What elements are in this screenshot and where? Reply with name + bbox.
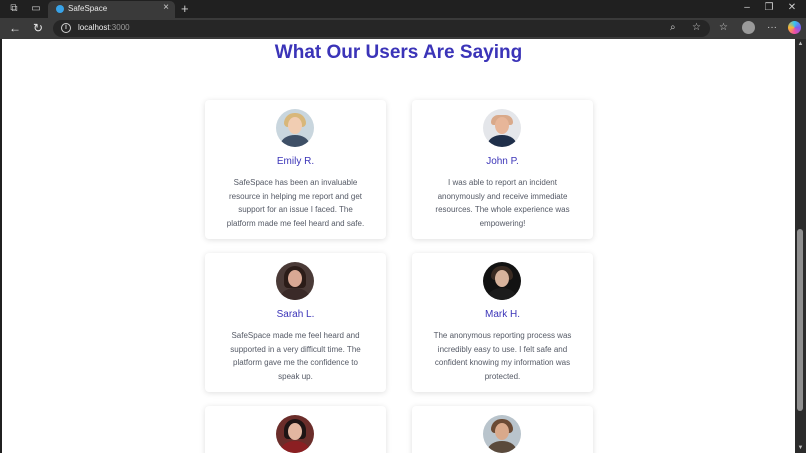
page-viewport: What Our Users Are Saying Emily R. SafeS… xyxy=(2,39,795,453)
site-info-icon[interactable]: i xyxy=(61,23,71,33)
testimonial-name: John P. xyxy=(486,156,519,167)
favicon-icon xyxy=(56,5,64,13)
avatar xyxy=(483,415,521,453)
avatar xyxy=(276,415,314,453)
page-title: What Our Users Are Saying xyxy=(274,42,523,63)
testimonial-card xyxy=(205,406,386,453)
url-port: :3000 xyxy=(109,23,130,32)
scroll-down-arrow-icon[interactable]: ▼ xyxy=(795,445,806,451)
testimonial-name: Sarah L. xyxy=(276,309,315,320)
avatar xyxy=(483,262,521,300)
testimonial-card: Mark H. The anonymous reporting process … xyxy=(412,253,593,392)
browser-toolbar: ← ↻ i localhost:3000 ⌕ ☆ ☆ ··· xyxy=(0,18,806,39)
profile-avatar[interactable] xyxy=(742,21,755,34)
reload-button[interactable]: ↻ xyxy=(31,21,45,35)
workspaces-icon[interactable]: ⧉ xyxy=(8,3,20,15)
favorites-icon[interactable]: ☆ xyxy=(719,22,728,33)
testimonial-name: Emily R. xyxy=(276,156,315,167)
testimonial-card: Sarah L. SafeSpace made me feel heard an… xyxy=(205,253,386,392)
avatar xyxy=(276,262,314,300)
scrollbar-thumb[interactable] xyxy=(797,229,803,411)
minimize-button[interactable]: – xyxy=(740,2,754,13)
address-bar[interactable]: i localhost:3000 ⌕ ☆ xyxy=(53,20,710,37)
testimonial-quote: The anonymous reporting process was incr… xyxy=(433,331,572,381)
zoom-icon[interactable]: ⌕ xyxy=(670,22,676,33)
favorite-star-icon[interactable]: ☆ xyxy=(692,22,701,33)
url-host: localhost xyxy=(78,23,110,32)
tab-strip: ⧉ ▭ SafeSpace × + – ❐ ✕ xyxy=(0,0,806,18)
more-menu-icon[interactable]: ··· xyxy=(767,22,777,33)
testimonial-quote: I was able to report an incident anonymo… xyxy=(435,178,570,228)
close-window-button[interactable]: ✕ xyxy=(785,2,799,13)
testimonial-card: John P. I was able to report an incident… xyxy=(412,100,593,239)
tab-title: SafeSpace xyxy=(68,4,108,13)
close-icon[interactable]: × xyxy=(163,2,169,13)
back-button[interactable]: ← xyxy=(8,21,22,35)
copilot-icon[interactable] xyxy=(788,21,801,34)
scroll-up-arrow-icon[interactable]: ▲ xyxy=(795,41,806,47)
testimonial-quote: SafeSpace has been an invaluable resourc… xyxy=(226,178,365,228)
avatar xyxy=(483,109,521,147)
tab-safespace[interactable]: SafeSpace × xyxy=(48,1,175,18)
testimonial-name: Mark H. xyxy=(485,309,520,320)
testimonial-quote: SafeSpace made me feel heard and support… xyxy=(230,331,361,381)
testimonial-card xyxy=(412,406,593,453)
tab-actions-icon[interactable]: ▭ xyxy=(30,3,42,15)
url-text: localhost:3000 xyxy=(78,23,130,32)
page-scrollbar[interactable]: ▲ ▼ xyxy=(795,39,806,453)
testimonial-card: Emily R. SafeSpace has been an invaluabl… xyxy=(205,100,386,239)
restore-button[interactable]: ❐ xyxy=(762,2,776,13)
avatar xyxy=(276,109,314,147)
new-tab-button[interactable]: + xyxy=(181,1,189,16)
